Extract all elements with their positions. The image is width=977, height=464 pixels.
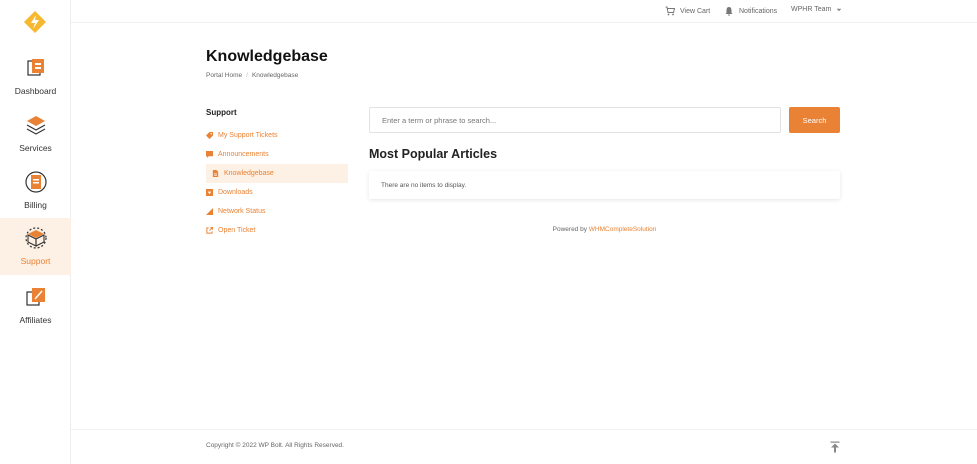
nav-affiliates[interactable]: Affiliates: [0, 277, 71, 334]
logo-icon[interactable]: [24, 11, 46, 33]
breadcrumb-separator: /: [246, 72, 248, 79]
notifications-link[interactable]: Notifications: [724, 6, 777, 16]
copyright-text: Copyright © 2022 WP Bolt. All Rights Res…: [206, 442, 344, 449]
download-icon: [206, 189, 213, 196]
sidebar-nav: Dashboard Services Billing Support Affil…: [0, 0, 71, 464]
chevron-down-icon: [836, 8, 842, 11]
back-to-top-icon[interactable]: [830, 441, 840, 453]
whmcs-link[interactable]: WHMCompleteSolution: [589, 226, 657, 233]
support-item-network-status[interactable]: Network Status: [206, 202, 348, 221]
support-item-label: Knowledgebase: [224, 170, 274, 177]
popular-articles-title: Most Popular Articles: [369, 147, 498, 161]
popular-articles-panel: There are no items to display.: [369, 171, 840, 199]
search-button[interactable]: Search: [789, 107, 840, 133]
breadcrumb-current: Knowledgebase: [251, 72, 299, 79]
notifications-label: Notifications: [739, 7, 778, 15]
support-icon: [24, 227, 47, 249]
billing-icon: [24, 171, 47, 193]
empty-state-text: There are no items to display.: [381, 181, 467, 189]
view-cart-link[interactable]: View Cart: [665, 6, 710, 16]
support-item-open-ticket[interactable]: Open Ticket: [206, 221, 348, 240]
services-icon: [26, 116, 45, 135]
document-icon: [212, 170, 219, 177]
nav-label: Support: [20, 256, 51, 266]
support-item-label: Downloads: [218, 189, 253, 196]
user-menu[interactable]: WPHR Team: [791, 6, 842, 13]
support-menu: My Support Tickets Announcements Knowled…: [206, 126, 348, 240]
support-item-label: Announcements: [218, 151, 269, 158]
page-title: Knowledgebase: [206, 48, 328, 65]
view-cart-label: View Cart: [680, 7, 711, 15]
network-status-icon: [206, 208, 213, 215]
bell-icon: [725, 7, 733, 16]
nav-services[interactable]: Services: [0, 105, 71, 162]
knowledgebase-search-input[interactable]: [369, 107, 781, 133]
support-item-my-tickets[interactable]: My Support Tickets: [206, 126, 348, 145]
user-name: WPHR Team: [791, 6, 832, 13]
nav-billing[interactable]: Billing: [0, 162, 71, 219]
dashboard-icon: [26, 59, 44, 76]
affiliates-icon: [25, 288, 45, 306]
nav-label: Affiliates: [19, 315, 52, 325]
nav-label: Services: [19, 143, 52, 153]
nav-support[interactable]: Support: [0, 218, 71, 275]
support-item-label: Network Status: [218, 208, 266, 215]
support-item-label: My Support Tickets: [218, 132, 278, 139]
announcement-icon: [206, 151, 213, 158]
support-item-downloads[interactable]: Downloads: [206, 183, 348, 202]
powered-by: Powered by WHMCompleteSolution: [369, 226, 840, 233]
support-menu-title: Support: [206, 108, 237, 117]
ticket-icon: [206, 132, 213, 139]
nav-label: Dashboard: [14, 86, 57, 96]
top-bar: View Cart Notifications WPHR Team: [71, 0, 977, 23]
cart-icon: [665, 6, 675, 16]
support-item-announcements[interactable]: Announcements: [206, 145, 348, 164]
nav-label: Billing: [24, 200, 47, 210]
footer: Copyright © 2022 WP Bolt. All Rights Res…: [71, 429, 977, 464]
support-item-label: Open Ticket: [218, 227, 256, 234]
external-link-icon: [206, 227, 213, 234]
support-item-knowledgebase[interactable]: Knowledgebase: [206, 164, 348, 183]
breadcrumb-portal-home[interactable]: Portal Home: [206, 72, 242, 79]
breadcrumb: Portal Home / Knowledgebase: [206, 72, 298, 79]
powered-by-prefix: Powered by: [552, 226, 587, 233]
nav-dashboard[interactable]: Dashboard: [0, 48, 71, 105]
